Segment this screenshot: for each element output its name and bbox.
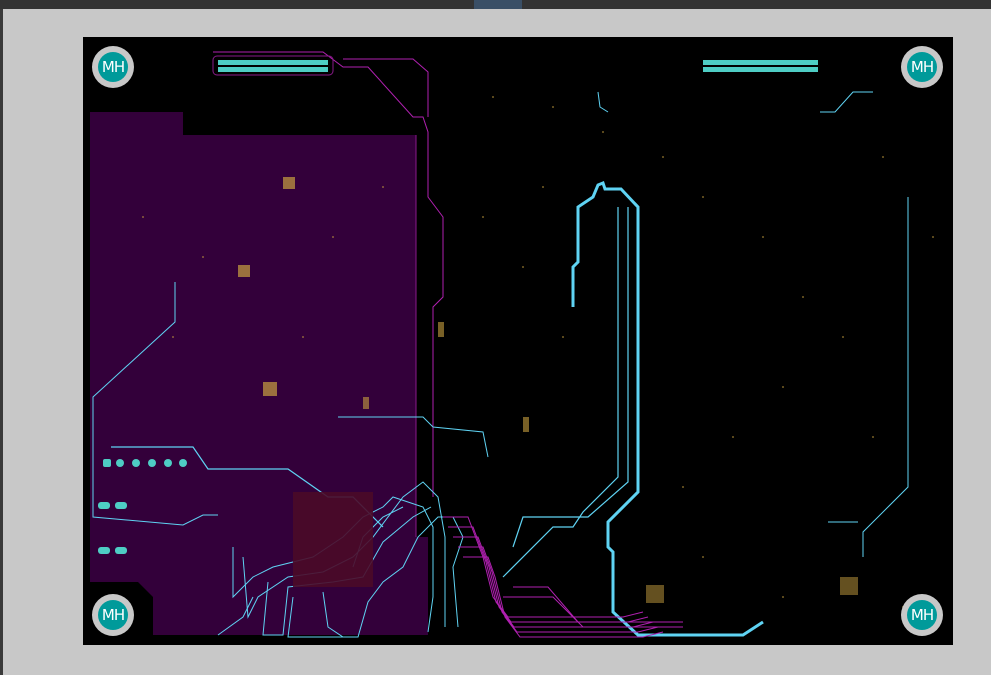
connector-header-icon — [212, 55, 334, 76]
mounting-hole-icon: MH — [92, 46, 134, 88]
pcb-layout — [90, 51, 934, 638]
copper-pour — [90, 112, 428, 635]
mounting-hole-label: MH — [907, 600, 937, 630]
trace-cyan — [512, 207, 629, 548]
trace-cyan — [820, 91, 873, 113]
mounting-hole-label: MH — [98, 52, 128, 82]
trace-magenta-fanout — [443, 516, 683, 638]
mounting-hole-icon: MH — [901, 594, 943, 636]
mounting-hole-label: MH — [907, 52, 937, 82]
pcb-board[interactable]: MH MH MH MH — [83, 37, 953, 645]
mounting-hole-icon: MH — [92, 594, 134, 636]
connector-pins-left — [218, 60, 328, 72]
toolbar-tab[interactable] — [474, 0, 522, 9]
mounting-hole-icon: MH — [901, 46, 943, 88]
trace-magenta — [343, 58, 429, 117]
trace-cyan — [597, 91, 609, 113]
trace-cyan — [502, 207, 619, 578]
trace-cyan-thick — [571, 181, 764, 637]
connector-pins-right — [703, 60, 818, 72]
mounting-hole-label: MH — [98, 600, 128, 630]
trace-cyan — [862, 197, 909, 557]
dense-component-area — [293, 492, 373, 587]
